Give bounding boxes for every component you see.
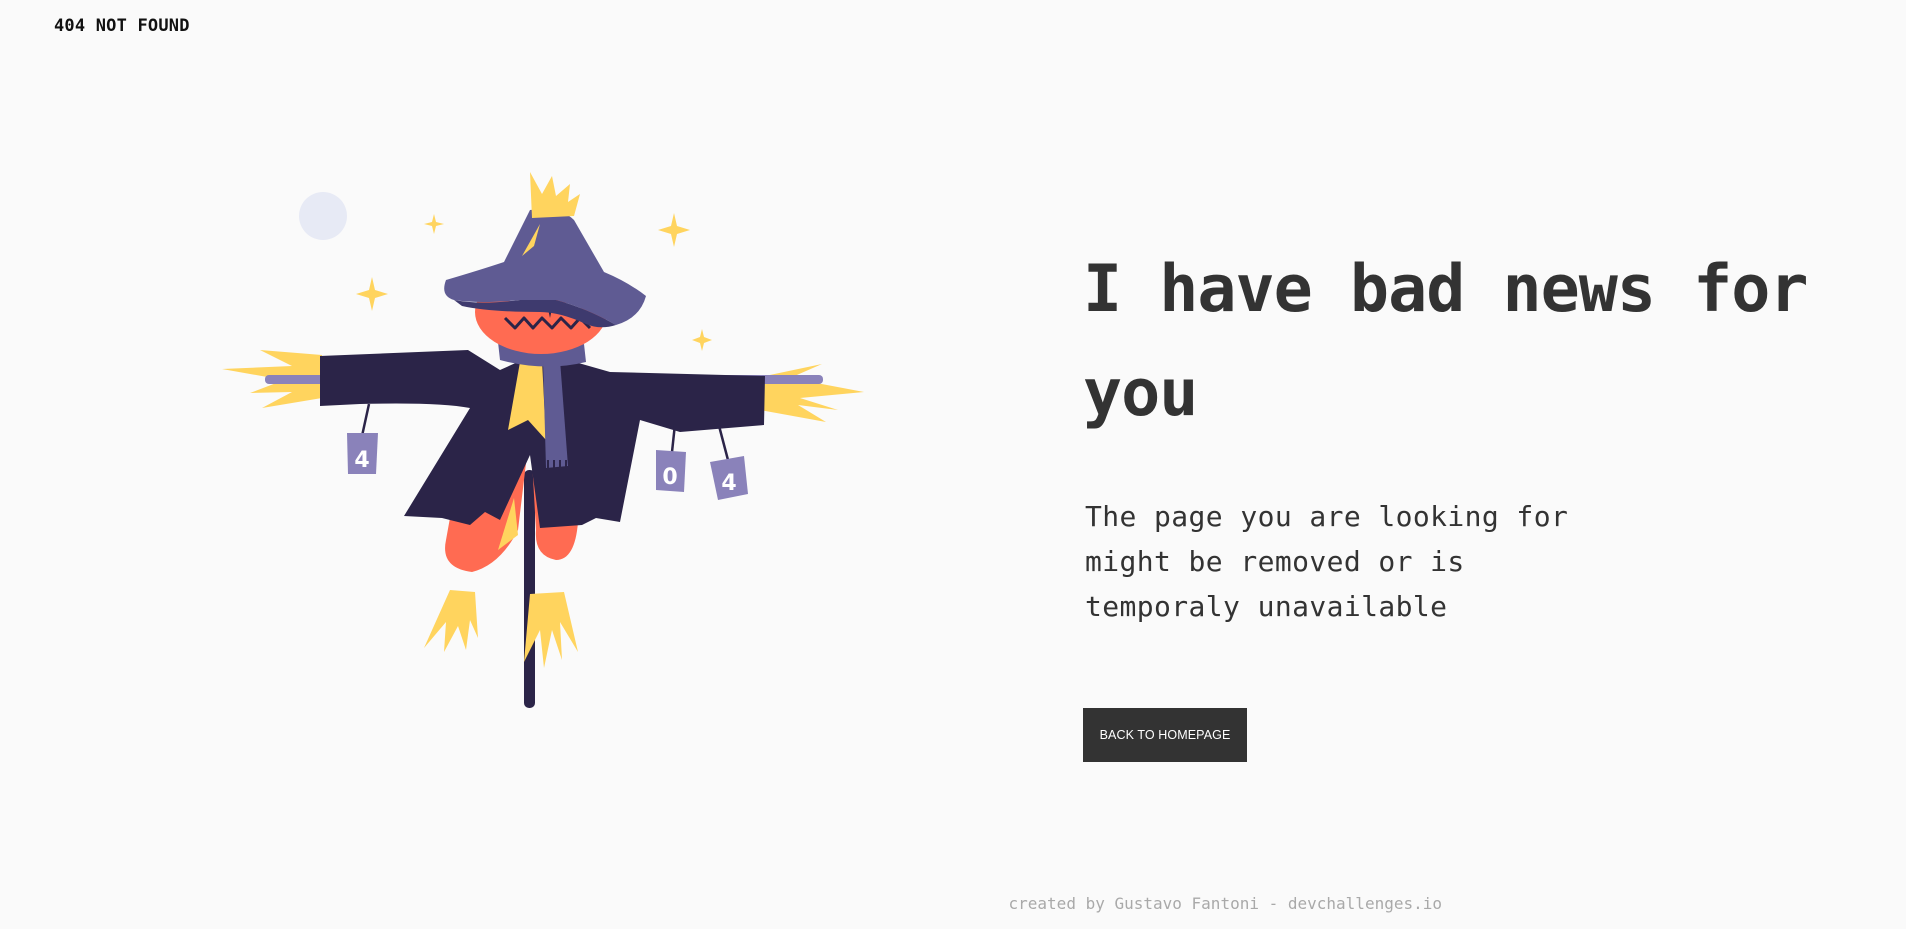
- devchallenges-link[interactable]: devchallenges.io: [1288, 894, 1442, 913]
- footer-credit: created by Gustavo Fantoni - devchalleng…: [0, 894, 1442, 913]
- hat-straw: [530, 172, 580, 218]
- error-message: The page you are looking for might be re…: [1085, 500, 1569, 623]
- headline: I have bad news for you: [1083, 252, 1809, 431]
- boot-straw: [424, 590, 578, 668]
- can-1: 4: [347, 433, 378, 474]
- pole: [524, 470, 535, 708]
- footer-credit-text: created by Gustavo Fantoni -: [1008, 894, 1288, 913]
- back-to-homepage-button[interactable]: BACK TO HOMEPAGE: [1083, 708, 1247, 762]
- can-2: 0: [656, 450, 686, 492]
- scarecrow-illustration: 4 0 4: [215, 165, 875, 720]
- hat: [444, 209, 646, 328]
- can-label: 4: [721, 471, 736, 496]
- brand-title: 404 NOT FOUND: [54, 16, 190, 36]
- can-label: 4: [354, 448, 369, 473]
- can-label: 0: [662, 465, 677, 490]
- moon: [299, 192, 347, 240]
- can-3: 4: [710, 456, 748, 500]
